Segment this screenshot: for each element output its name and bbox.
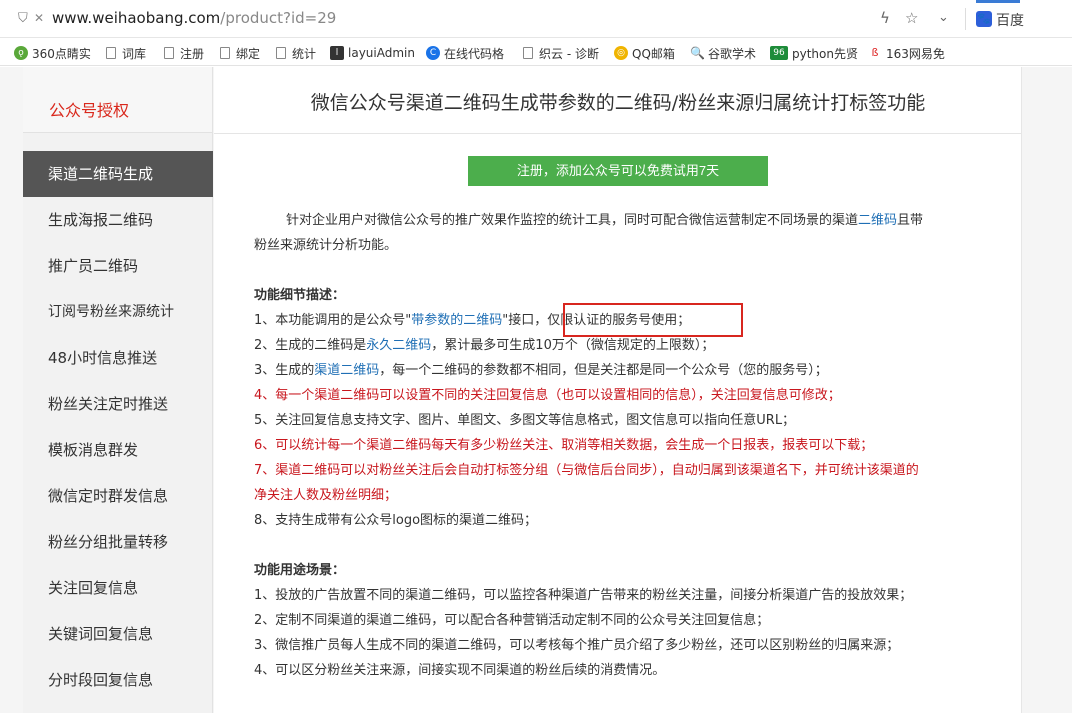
sidebar-item-template-broadcast[interactable]: 模板消息群发 — [23, 427, 213, 473]
bookmark-item[interactable]: ◎ QQ邮箱 — [614, 44, 675, 62]
bookmark-icon: ß — [868, 46, 882, 60]
feature-8: 8、支持生成带有公众号logo图标的渠道二维码； — [254, 513, 538, 528]
feature-4: 4、每一个渠道二维码可以设置不同的关注回复信息（也可以设置相同的信息），关注回复… — [254, 388, 841, 403]
not-secure-icon[interactable]: ✕ — [34, 11, 44, 25]
page-icon — [164, 47, 174, 59]
usage-3: 3、微信推广员每人生成不同的渠道二维码，可以考核每个推广员介绍了多少粉丝，还可以… — [254, 638, 900, 653]
page-title: 微信公众号渠道二维码生成带参数的二维码/粉丝来源归属统计打标签功能 — [310, 92, 926, 114]
sidebar-item-subscriber-stats[interactable]: 订阅号粉丝来源统计 — [23, 289, 213, 335]
feature-6: 6、可以统计每一个渠道二维码每天有多少粉丝关注、取消等相关数据，会生成一个日报表… — [254, 438, 874, 453]
bookmarks-bar: ǫ 360点睛实 词库 注册 绑定 统计 l layuiAdmin C 在线代码格 织… — [0, 38, 1072, 66]
shield-icon[interactable]: ⛉ — [18, 12, 30, 26]
bookmark-item[interactable]: 96 python先贤 — [770, 44, 858, 62]
sidebar-menu: 渠道二维码生成 生成海报二维码 推广员二维码 订阅号粉丝来源统计 48小时信息推… — [23, 151, 213, 703]
feature-5: 5、关注回复信息支持文字、图片、单图文、多图文等信息格式，图文信息可以指向任意U… — [254, 413, 796, 428]
feature-7-line-1: 7、渠道二维码可以对粉丝关注后会自动打标签分组（与微信后台同步），自动归属到该渠… — [254, 463, 919, 478]
bookmark-item[interactable]: ß 163网易免 — [868, 44, 945, 62]
bookmark-item[interactable]: 词库 — [106, 44, 146, 62]
url-field[interactable]: www.weihaobang.com/product?id=29 — [52, 9, 336, 27]
feature-3: 3、生成的渠道二维码，每一个二维码的参数都不相同，但是关注都是同一个公众号（您的… — [254, 363, 828, 378]
paw-icon: 🐾 — [976, 11, 992, 27]
sidebar-item-channel-qrcode[interactable]: 渠道二维码生成 — [23, 151, 213, 197]
sidebar-item-scheduled-broadcast[interactable]: 微信定时群发信息 — [23, 473, 213, 519]
search-underline — [976, 0, 1020, 3]
intro-line-2: 粉丝来源统计分析功能。 — [254, 238, 398, 253]
page-icon — [106, 47, 116, 59]
sidebar: 公众号授权 渠道二维码生成 生成海报二维码 推广员二维码 订阅号粉丝来源统计 4… — [23, 67, 213, 713]
sidebar-item-promoter-qrcode[interactable]: 推广员二维码 — [23, 243, 213, 289]
bookmark-icon: l — [330, 46, 344, 60]
url-path: /product?id=29 — [220, 9, 337, 27]
page-icon — [523, 47, 533, 59]
bookmark-item[interactable]: C 在线代码格 — [426, 44, 504, 62]
page: 公众号授权 渠道二维码生成 生成海报二维码 推广员二维码 订阅号粉丝来源统计 4… — [0, 67, 1072, 713]
page-icon — [276, 47, 286, 59]
intro-line-1: 针对企业用户对微信公众号的推广效果作监控的统计工具，同时可配合微信运营制定不同场… — [286, 213, 924, 228]
usage-heading: 功能用途场景： — [254, 563, 346, 578]
bookmark-item[interactable]: 织云 - 诊断 — [523, 44, 599, 62]
star-icon[interactable]: ☆ — [905, 9, 918, 27]
channel-qrcode-link[interactable]: 渠道二维码 — [314, 363, 379, 378]
bookmark-icon: C — [426, 46, 440, 60]
bookmark-icon: ◎ — [614, 46, 628, 60]
main-content: 微信公众号渠道二维码生成带参数的二维码/粉丝来源归属统计打标签功能 注册，添加公… — [214, 67, 1022, 713]
feature-2: 2、生成的二维码是永久二维码，累计最多可生成10万个（微信规定的上限数）； — [254, 338, 715, 353]
sidebar-item-follow-reply[interactable]: 关注回复信息 — [23, 565, 213, 611]
bookmark-item[interactable]: 统计 — [276, 44, 316, 62]
sidebar-item-timed-reply[interactable]: 分时段回复信息 — [23, 657, 213, 703]
usage-4: 4、可以区分粉丝关注来源，间接实现不同渠道的粉丝后续的消费情况。 — [254, 663, 666, 678]
search-engine-label: 百度 — [996, 13, 1024, 29]
bookmark-icon: ǫ — [14, 46, 28, 60]
divider — [965, 8, 966, 30]
sidebar-item-poster-qrcode[interactable]: 生成海报二维码 — [23, 197, 213, 243]
usage-1: 1、投放的广告放置不同的渠道二维码，可以监控各种渠道广告带来的粉丝关注量，间接分… — [254, 588, 913, 603]
feature-7-line-2: 净关注人数及粉丝明细； — [254, 488, 398, 503]
bookmark-item[interactable]: l layuiAdmin — [330, 44, 415, 62]
bookmark-icon: 96 — [770, 46, 788, 60]
sidebar-title[interactable]: 公众号授权 — [49, 97, 129, 121]
register-trial-button[interactable]: 注册，添加公众号可以免费试用7天 — [468, 156, 768, 186]
lightning-icon[interactable]: ϟ — [880, 9, 890, 27]
annotation-box — [563, 303, 743, 337]
chevron-down-icon[interactable]: ⌄ — [938, 9, 949, 27]
url-host: www.weihaobang.com — [52, 9, 221, 27]
sidebar-item-timed-follow-push[interactable]: 粉丝关注定时推送 — [23, 381, 213, 427]
bookmark-item[interactable]: 🔍 谷歌学术 — [690, 44, 756, 62]
address-bar: ⛉ ✕ www.weihaobang.com/product?id=29 ϟ ☆… — [0, 0, 1072, 38]
search-engine-button[interactable]: 🐾 百度 — [968, 0, 1072, 38]
permanent-qrcode-link[interactable]: 永久二维码 — [366, 338, 431, 353]
param-qrcode-link[interactable]: 带参数的二维码 — [411, 313, 502, 328]
usage-2: 2、定制不同渠道的渠道二维码，可以配合各种营销活动定制不同的公众号关注回复信息； — [254, 613, 770, 628]
page-icon — [220, 47, 230, 59]
bookmark-item[interactable]: ǫ 360点睛实 — [14, 44, 91, 62]
sidebar-item-48h-push[interactable]: 48小时信息推送 — [23, 335, 213, 381]
sidebar-item-keyword-reply[interactable]: 关键词回复信息 — [23, 611, 213, 657]
bookmark-item[interactable]: 注册 — [164, 44, 204, 62]
bookmark-item[interactable]: 绑定 — [220, 44, 260, 62]
qrcode-link[interactable]: 二维码 — [858, 213, 897, 228]
sidebar-item-group-transfer[interactable]: 粉丝分组批量转移 — [23, 519, 213, 565]
bookmark-icon: 🔍 — [690, 46, 705, 60]
